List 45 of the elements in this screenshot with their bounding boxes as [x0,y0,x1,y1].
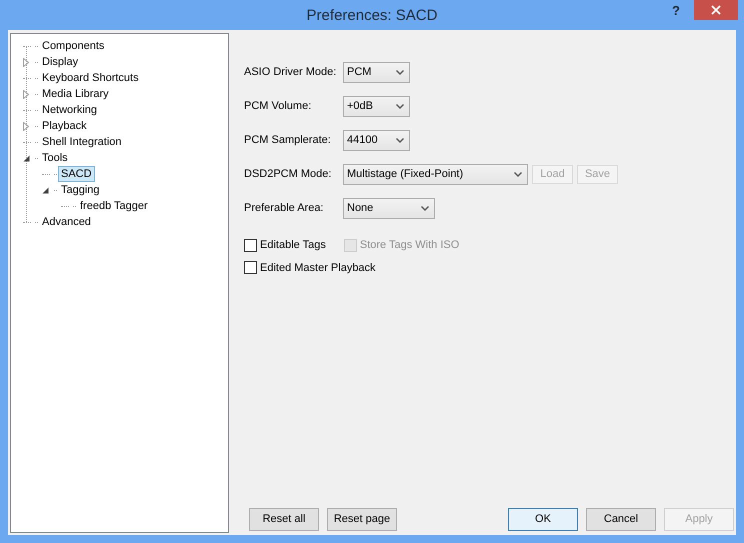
chevron-down-icon [396,104,404,108]
setting-label: Preferable Area: [244,200,324,216]
checkbox-label: Editable Tags [260,238,326,253]
close-icon [711,5,721,15]
dialog-button[interactable]: Cancel [586,508,656,531]
checkbox-label: Store Tags With ISO [360,238,460,253]
tree-item[interactable]: Components [39,38,108,54]
checkbox[interactable] [244,261,257,274]
setting-label: PCM Samplerate: [244,132,332,148]
close-button[interactable] [694,0,738,20]
tree-item[interactable]: Keyboard Shortcuts [39,70,142,86]
tree-item[interactable]: Shell Integration [39,134,124,150]
checkbox[interactable] [244,238,257,252]
dropdown[interactable]: None [343,198,435,218]
collapsed-triangle-icon[interactable] [23,90,29,98]
expanded-triangle-icon[interactable] [23,154,30,162]
collapsed-triangle-icon[interactable] [23,122,29,130]
tree-item[interactable]: Tools [39,150,71,166]
dialog-button[interactable]: Reset page [327,508,397,531]
dialog-button[interactable]: OK [508,508,578,531]
help-button[interactable]: ? [672,1,680,20]
setting-label: DSD2PCM Mode: [244,166,332,182]
dropdown[interactable]: 44100 [343,130,410,150]
setting-label: ASIO Driver Mode: [244,64,338,80]
expanded-triangle-icon[interactable] [42,186,49,194]
tree-item[interactable]: freedb Tagger [77,198,151,214]
chevron-down-icon [514,172,522,176]
dropdown[interactable]: +0dB [343,96,410,116]
window-title: Preferences: SACD [306,6,438,26]
tree-item[interactable]: Advanced [39,214,94,230]
tree-item[interactable]: SACD [58,166,95,182]
tree-item[interactable]: Display [39,54,82,70]
tree-item[interactable]: Networking [39,102,100,118]
tree-item[interactable]: Playback [39,118,90,134]
dropdown[interactable]: PCM [343,62,410,82]
tree-item[interactable]: Media Library [39,86,112,102]
collapsed-triangle-icon[interactable] [23,58,29,66]
tree-item[interactable]: Tagging [58,182,103,198]
dialog-button[interactable]: Reset all [249,508,319,531]
setting-label: PCM Volume: [244,98,312,114]
dropdown[interactable]: Multistage (Fixed-Point) [343,164,528,184]
chevron-down-icon [396,138,404,142]
chevron-down-icon [421,206,429,210]
chevron-down-icon [396,70,404,74]
checkbox-label: Edited Master Playback [260,260,376,276]
